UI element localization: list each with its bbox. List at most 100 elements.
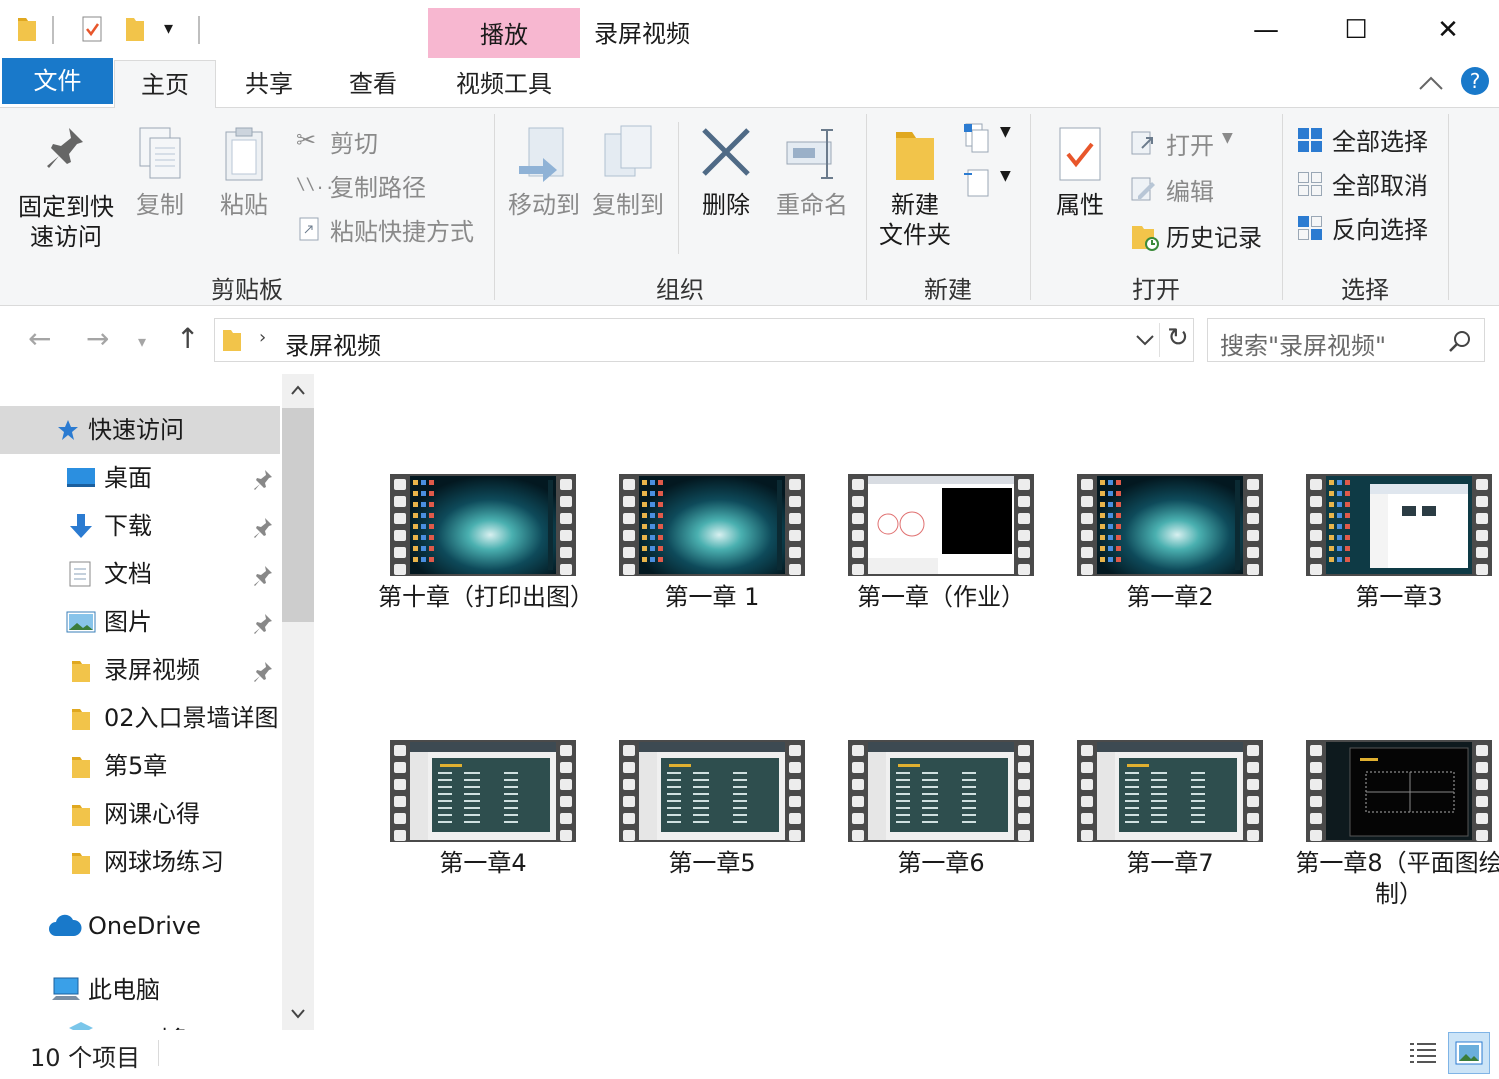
properties-label: 属性	[1056, 191, 1104, 219]
new-folder-button[interactable]: 新建 文件夹	[878, 124, 952, 250]
paste-shortcut-label: 粘贴快捷方式	[330, 218, 474, 246]
nav-item[interactable]: 网课心得	[0, 790, 280, 838]
nav-item-label: 录屏视频	[104, 656, 200, 684]
nav-item[interactable]: 文档	[0, 550, 280, 598]
pin-icon[interactable]	[252, 612, 274, 634]
copy-button[interactable]: 复制	[130, 124, 190, 220]
nav-item[interactable]: 第5章	[0, 742, 280, 790]
properties-button[interactable]: 属性	[1046, 124, 1114, 220]
nav-scrollbar-thumb[interactable]	[282, 408, 314, 622]
forward-arrow-icon[interactable]: →	[86, 322, 109, 355]
delete-label: 删除	[702, 191, 750, 219]
close-button[interactable]: ✕	[1428, 10, 1468, 50]
video-thumbnail-icon	[619, 740, 805, 842]
onedrive-cloud-icon	[49, 914, 82, 936]
rename-button[interactable]: 重命名	[772, 124, 852, 220]
ribbon-tabs: 文件 主页 共享 查看 视频工具 ?	[0, 58, 1499, 110]
new-folder-icon[interactable]	[124, 14, 146, 44]
maximize-button[interactable]: ☐	[1336, 10, 1376, 50]
new-item-icon	[964, 123, 989, 153]
context-tab-play[interactable]: 播放	[428, 8, 580, 58]
recent-locations-chevron-icon[interactable]: ▾	[138, 332, 146, 351]
separator	[52, 16, 54, 44]
nav-item[interactable]: 桌面	[0, 454, 280, 502]
new-folder-label-1: 新建	[891, 191, 939, 219]
video-thumbnail-icon	[1077, 474, 1263, 576]
file-name: 第一章2	[1126, 583, 1214, 611]
edit-label: 编辑	[1166, 178, 1214, 206]
up-arrow-icon[interactable]: ↑	[176, 322, 199, 355]
properties-check-icon	[1059, 127, 1101, 181]
video-thumbnail-icon	[390, 474, 576, 576]
nav-item-label: 网课心得	[104, 800, 200, 828]
search-icon[interactable]	[1448, 329, 1472, 353]
file-name: 第一章 1	[664, 583, 760, 611]
group-new-label: 新建	[924, 276, 972, 304]
video-thumbnail-icon	[848, 740, 1034, 842]
folder-icon	[72, 805, 90, 826]
properties-icon[interactable]	[80, 14, 104, 44]
copy-to-button[interactable]: 复制到	[590, 124, 666, 220]
new-item-button[interactable]: ▼	[962, 122, 1014, 156]
file-name: 第一章4	[439, 849, 527, 877]
chevron-down-icon: ▼	[1222, 130, 1233, 146]
cube-icon	[69, 1022, 93, 1030]
nav-this-pc[interactable]: 此电脑	[0, 966, 280, 1014]
folder-icon	[72, 661, 90, 682]
help-icon[interactable]: ?	[1461, 67, 1489, 95]
nav-quick-access-label: 快速访问	[88, 416, 184, 444]
tab-view[interactable]: 查看	[326, 60, 420, 108]
move-to-label: 移动到	[508, 191, 580, 219]
chevron-down-icon: ▼	[1000, 168, 1011, 184]
easy-access-button[interactable]: ▼	[962, 166, 1014, 200]
customize-quick-access-icon[interactable]: ▾	[164, 18, 173, 39]
scroll-down-icon[interactable]	[290, 1008, 306, 1020]
cut-label: 剪切	[330, 130, 378, 158]
address-bar[interactable]: › 录屏视频 ↻	[214, 318, 1194, 362]
minimize-button[interactable]: —	[1246, 10, 1286, 50]
rename-label: 重命名	[776, 191, 848, 219]
nav-quick-access[interactable]: 快速访问	[0, 406, 280, 454]
copy-path-label: 复制路径	[330, 174, 426, 202]
path-icon: \\..	[296, 174, 335, 193]
move-to-button[interactable]: 移动到	[506, 124, 582, 220]
address-dropdown-icon[interactable]	[1135, 333, 1155, 347]
copy-to-label: 复制到	[592, 191, 664, 219]
star-icon	[58, 420, 78, 440]
collapse-ribbon-icon[interactable]	[1418, 74, 1444, 92]
back-arrow-icon[interactable]: ←	[28, 322, 51, 355]
tab-share[interactable]: 共享	[222, 60, 316, 108]
breadcrumb-separator-icon: ›	[259, 327, 267, 348]
paste-button[interactable]: 粘贴	[214, 124, 274, 220]
search-box[interactable]: 搜索"录屏视频"	[1207, 318, 1485, 362]
nav-item[interactable]: 下载	[0, 502, 280, 550]
group-select-label: 选择	[1341, 276, 1389, 304]
tab-file[interactable]: 文件	[2, 58, 113, 104]
group-organize-label: 组织	[656, 276, 704, 304]
invert-selection-label: 反向选择	[1332, 216, 1428, 244]
history-label: 历史记录	[1166, 224, 1262, 252]
nav-3d-objects-partial[interactable]: 3D 对象	[0, 1018, 280, 1030]
pictures-icon	[66, 611, 96, 633]
scroll-up-icon[interactable]	[290, 384, 306, 396]
breadcrumb-current[interactable]: 录屏视频	[285, 326, 381, 361]
pin-icon[interactable]	[252, 564, 274, 586]
nav-onedrive[interactable]: OneDrive	[0, 902, 280, 950]
folder-icon[interactable]	[16, 14, 38, 44]
nav-item[interactable]: 图片	[0, 598, 280, 646]
refresh-icon[interactable]: ↻	[1167, 323, 1189, 353]
pin-icon[interactable]	[252, 468, 274, 490]
details-view-icon[interactable]	[1408, 1040, 1438, 1066]
nav-item[interactable]: 网球场练习	[0, 838, 280, 886]
file-name: 第一章（作业）	[857, 583, 1025, 611]
pin-quick-access-button[interactable]: 固定到快速访问	[14, 124, 118, 252]
pin-icon[interactable]	[252, 660, 274, 682]
tab-video-tools[interactable]: 视频工具	[428, 60, 580, 108]
tab-home[interactable]: 主页	[114, 60, 216, 110]
delete-button[interactable]: 删除	[694, 124, 758, 220]
pin-icon[interactable]	[252, 516, 274, 538]
nav-item[interactable]: 录屏视频	[0, 646, 280, 694]
large-icons-view-button[interactable]	[1448, 1032, 1490, 1074]
file-name: 第一章5	[668, 849, 756, 877]
nav-item[interactable]: 02入口景墙详图	[0, 694, 280, 742]
